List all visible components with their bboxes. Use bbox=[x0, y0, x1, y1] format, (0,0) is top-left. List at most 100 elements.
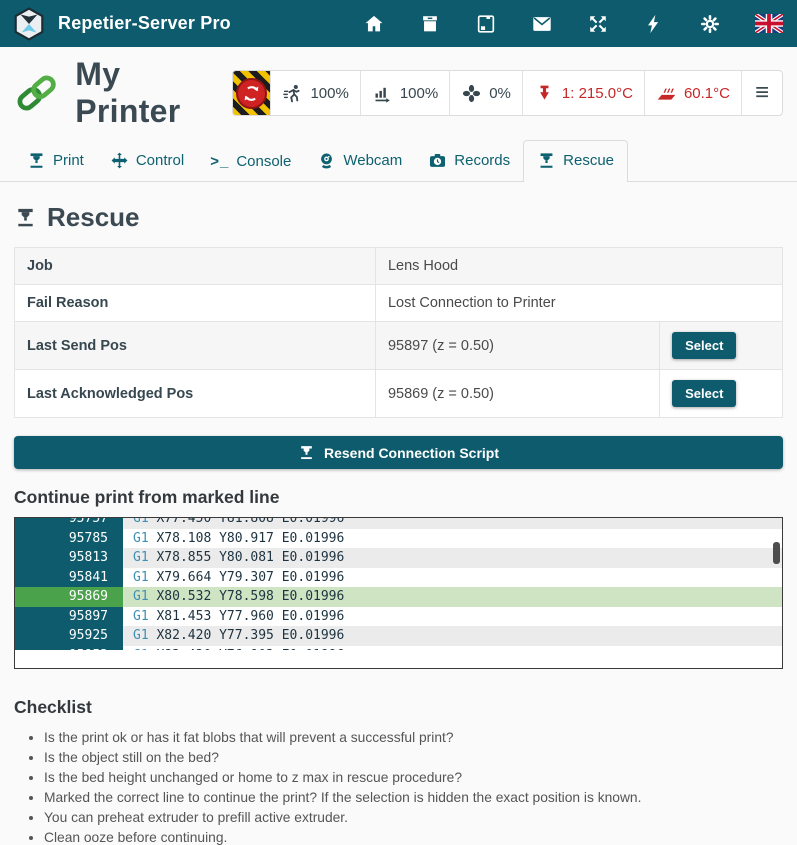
rescue-info-table: Job Lens Hood Fail Reason Lost Connectio… bbox=[14, 247, 783, 418]
line-number: 95925 bbox=[15, 626, 123, 646]
tab-rescue[interactable]: Rescue bbox=[523, 140, 628, 182]
control-arrows-icon bbox=[110, 151, 129, 170]
gcode-scrollbar-thumb[interactable] bbox=[773, 542, 780, 564]
select-last-send-pos-button[interactable]: Select bbox=[672, 332, 736, 359]
line-number: 95953 bbox=[15, 646, 123, 651]
tab-console[interactable]: >_ Console bbox=[197, 143, 304, 181]
speed-runner-icon bbox=[282, 83, 303, 104]
print-nozzle-icon bbox=[27, 151, 46, 170]
row-value: Lost Connection to Printer bbox=[375, 285, 782, 322]
speed-indicator[interactable]: 100% bbox=[270, 71, 359, 115]
extruder-temp-indicator[interactable]: 1: 215.0°C bbox=[522, 71, 644, 115]
tab-records[interactable]: Records bbox=[415, 141, 523, 181]
emergency-stop-button[interactable] bbox=[233, 71, 270, 115]
row-label: Last Acknowledged Pos bbox=[15, 370, 376, 418]
tab-records-label: Records bbox=[454, 152, 510, 169]
line-code: G1 X82.420 Y77.395 E0.01996 bbox=[123, 626, 782, 646]
extruder-temp-icon bbox=[534, 83, 555, 104]
printer-status-bar: 100% 100% bbox=[232, 70, 783, 116]
gcode-line[interactable]: 95897 G1 X81.453 Y77.960 E0.01996 bbox=[15, 607, 782, 627]
row-action-cell: Select bbox=[660, 322, 783, 370]
checklist-item: Is the object still on the bed? bbox=[44, 748, 783, 768]
home-icon[interactable] bbox=[363, 13, 385, 35]
gcode-line[interactable]: 95813 G1 X78.855 Y80.081 E0.01996 bbox=[15, 548, 782, 568]
fan-icon bbox=[461, 83, 482, 104]
row-label: Job bbox=[15, 248, 376, 285]
flow-value: 100% bbox=[400, 85, 438, 102]
row-value: 95897 (z = 0.50) bbox=[375, 322, 659, 370]
mail-icon[interactable] bbox=[531, 13, 553, 35]
tab-rescue-label: Rescue bbox=[563, 152, 614, 169]
heated-bed-icon bbox=[656, 83, 677, 104]
tab-control-label: Control bbox=[136, 152, 184, 169]
tab-console-label: Console bbox=[236, 153, 291, 170]
line-number: 95813 bbox=[15, 548, 123, 568]
extruder-temp-value: 1: 215.0°C bbox=[562, 85, 633, 102]
gcode-line-selected[interactable]: 95869 G1 X80.532 Y78.598 E0.01996 bbox=[15, 587, 782, 607]
tab-webcam-label: Webcam bbox=[343, 152, 402, 169]
gcode-line[interactable]: 95953 G1 X83.430 Y76.903 E0.01996 bbox=[15, 646, 782, 651]
line-code: G1 X80.532 Y78.598 E0.01996 bbox=[123, 587, 782, 607]
bed-temp-value: 60.1°C bbox=[684, 85, 730, 102]
checklist-heading: Checklist bbox=[14, 697, 783, 718]
tab-print[interactable]: Print bbox=[14, 141, 97, 181]
tab-print-label: Print bbox=[53, 152, 84, 169]
tab-control[interactable]: Control bbox=[97, 141, 197, 181]
rescue-heading: Rescue bbox=[14, 202, 783, 233]
gcode-line[interactable]: 95925 G1 X82.420 Y77.395 E0.01996 bbox=[15, 626, 782, 646]
line-code: G1 X83.430 Y76.903 E0.01996 bbox=[123, 646, 782, 651]
gcode-list: 95757 G1 X77.450 Y81.808 E0.01996 95785 … bbox=[15, 518, 782, 650]
line-code: G1 X77.450 Y81.808 E0.01996 bbox=[123, 518, 782, 529]
checklist-item: You can preheat extruder to prefill acti… bbox=[44, 808, 783, 828]
line-code: G1 X81.453 Y77.960 E0.01996 bbox=[123, 607, 782, 627]
row-label: Fail Reason bbox=[15, 285, 376, 322]
fan-value: 0% bbox=[489, 85, 511, 102]
hamburger-menu-icon: ≡ bbox=[755, 79, 769, 107]
checklist-section: Checklist Is the print ok or has it fat … bbox=[14, 697, 783, 845]
printer-menu-button[interactable]: ≡ bbox=[741, 71, 782, 115]
row-value: Lens Hood bbox=[375, 248, 782, 285]
table-row-fail-reason: Fail Reason Lost Connection to Printer bbox=[15, 285, 783, 322]
gcode-line[interactable]: 95785 G1 X78.108 Y80.917 E0.01996 bbox=[15, 529, 782, 549]
console-prompt-icon: >_ bbox=[210, 153, 229, 170]
printer-connected-chain-icon bbox=[14, 70, 59, 116]
fan-indicator[interactable]: 0% bbox=[449, 71, 522, 115]
row-label: Last Send Pos bbox=[15, 322, 376, 370]
select-last-acknowledged-pos-button[interactable]: Select bbox=[672, 380, 736, 407]
bed-temp-indicator[interactable]: 60.1°C bbox=[644, 71, 741, 115]
printer-name: My Printer bbox=[75, 56, 232, 130]
checklist-list: Is the print ok or has it fat blobs that… bbox=[44, 728, 783, 845]
gcode-line[interactable]: 95841 G1 X79.664 Y79.307 E0.01996 bbox=[15, 568, 782, 588]
speed-value: 100% bbox=[310, 85, 348, 102]
app-title: Repetier-Server Pro bbox=[58, 13, 231, 34]
records-camera-icon bbox=[428, 151, 447, 170]
emergency-stop-icon bbox=[236, 78, 267, 109]
tab-webcam[interactable]: Webcam bbox=[304, 141, 415, 181]
archive-box-icon[interactable] bbox=[419, 13, 441, 35]
checklist-item: Clean ooze before continuing. bbox=[44, 828, 783, 845]
resend-connection-script-button[interactable]: Resend Connection Script bbox=[14, 436, 783, 469]
rescue-heading-nozzle-icon bbox=[14, 206, 37, 229]
row-value: 95869 (z = 0.50) bbox=[375, 370, 659, 418]
table-row-job: Job Lens Hood bbox=[15, 248, 783, 285]
row-action-cell: Select bbox=[660, 370, 783, 418]
rescue-heading-text: Rescue bbox=[47, 202, 140, 233]
table-row-last-acknowledged-pos: Last Acknowledged Pos 95869 (z = 0.50) S… bbox=[15, 370, 783, 418]
continue-from-line-heading: Continue print from marked line bbox=[14, 487, 783, 508]
gcode-line[interactable]: 95757 G1 X77.450 Y81.808 E0.01996 bbox=[15, 518, 782, 529]
line-number: 95785 bbox=[15, 529, 123, 549]
gear-icon[interactable] bbox=[699, 13, 721, 35]
expand-arrows-icon[interactable] bbox=[587, 13, 609, 35]
lightning-bolt-icon[interactable] bbox=[643, 13, 665, 35]
flow-indicator[interactable]: 100% bbox=[360, 71, 449, 115]
language-flag-icon[interactable] bbox=[755, 14, 783, 33]
checklist-item: Is the bed height unchanged or home to z… bbox=[44, 768, 783, 788]
resend-button-label: Resend Connection Script bbox=[324, 445, 499, 461]
printer-frame-icon[interactable] bbox=[475, 13, 497, 35]
printer-tabbar: Print Control >_ Console Webcam Records bbox=[0, 136, 797, 182]
line-number: 95897 bbox=[15, 607, 123, 627]
line-code: G1 X79.664 Y79.307 E0.01996 bbox=[123, 568, 782, 588]
gcode-viewport: 95757 G1 X77.450 Y81.808 E0.01996 95785 … bbox=[15, 518, 782, 650]
line-code: G1 X78.855 Y80.081 E0.01996 bbox=[123, 548, 782, 568]
checklist-item: Is the print ok or has it fat blobs that… bbox=[44, 728, 783, 748]
